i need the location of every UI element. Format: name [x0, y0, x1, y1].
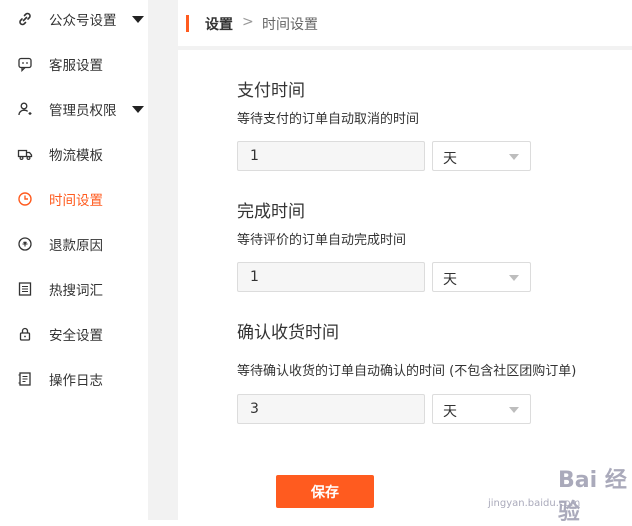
breadcrumb-separator: >: [242, 14, 254, 30]
sidebar-item-security-settings[interactable]: 安全设置: [0, 320, 148, 348]
sidebar-item-label: 热搜词汇: [49, 283, 103, 299]
select-value: 天: [443, 404, 457, 420]
breadcrumb-current: 时间设置: [262, 17, 318, 33]
chevron-down-icon: [132, 106, 144, 113]
sidebar-item-label: 公众号设置: [49, 13, 117, 29]
select-value: 天: [443, 272, 457, 288]
payment-time-desc: 等待支付的订单自动取消的时间: [237, 112, 420, 127]
confirm-receipt-input[interactable]: [237, 394, 425, 424]
content-gutter: [148, 0, 178, 520]
payment-time-input[interactable]: [237, 141, 425, 171]
complete-time-title: 完成时间: [237, 202, 305, 222]
sidebar: 公众号设置 客服设置 管理员权限 物流模板 时间设置 退款原因 热搜词汇 安全设…: [0, 0, 148, 520]
complete-time-input[interactable]: [237, 262, 425, 292]
chat-icon: [17, 56, 33, 72]
complete-time-unit-select[interactable]: 天: [432, 262, 531, 292]
sidebar-item-label: 时间设置: [49, 193, 103, 209]
confirm-receipt-title: 确认收货时间: [237, 323, 339, 343]
refund-icon: [17, 236, 33, 252]
sidebar-item-label: 客服设置: [49, 58, 103, 74]
list-icon: [17, 281, 33, 297]
link-icon: [17, 11, 33, 27]
breadcrumb-root[interactable]: 设置: [205, 14, 233, 34]
sidebar-item-label: 管理员权限: [49, 103, 117, 119]
select-value: 天: [443, 151, 457, 167]
confirm-receipt-unit-select[interactable]: 天: [432, 394, 531, 424]
sidebar-item-time-settings[interactable]: 时间设置: [0, 185, 148, 213]
lock-icon: [17, 326, 33, 342]
clock-icon: [17, 191, 33, 207]
chevron-down-icon: [509, 407, 519, 413]
truck-icon: [17, 146, 33, 162]
watermark-logo: Bai 经验: [558, 468, 627, 525]
user-icon: [17, 101, 33, 117]
confirm-receipt-desc: 等待确认收货的订单自动确认的时间 (不包含社区团购订单): [237, 364, 577, 379]
log-icon: [17, 371, 33, 387]
sidebar-item-label: 操作日志: [49, 373, 103, 389]
sidebar-item-admin-permissions[interactable]: 管理员权限: [0, 95, 148, 123]
sidebar-item-label: 退款原因: [49, 238, 103, 254]
sidebar-item-label: 物流模板: [49, 148, 103, 164]
sidebar-item-wechat-settings[interactable]: 公众号设置: [0, 5, 148, 33]
watermark-url: jingyan.baidu.com: [488, 498, 581, 509]
chevron-down-icon: [509, 154, 519, 160]
sidebar-item-operation-log[interactable]: 操作日志: [0, 365, 148, 393]
sidebar-item-label: 安全设置: [49, 328, 103, 344]
save-button[interactable]: 保存: [276, 475, 374, 508]
payment-time-unit-select[interactable]: 天: [432, 141, 531, 171]
sidebar-item-logistics-template[interactable]: 物流模板: [0, 140, 148, 168]
sidebar-item-customer-service[interactable]: 客服设置: [0, 50, 148, 78]
payment-time-title: 支付时间: [237, 81, 305, 101]
chevron-down-icon: [509, 275, 519, 281]
chevron-down-icon: [132, 16, 144, 23]
sidebar-item-refund-reasons[interactable]: 退款原因: [0, 230, 148, 258]
breadcrumb-accent: [186, 15, 189, 32]
sidebar-item-hot-search-words[interactable]: 热搜词汇: [0, 275, 148, 303]
complete-time-desc: 等待评价的订单自动完成时间: [237, 233, 407, 248]
